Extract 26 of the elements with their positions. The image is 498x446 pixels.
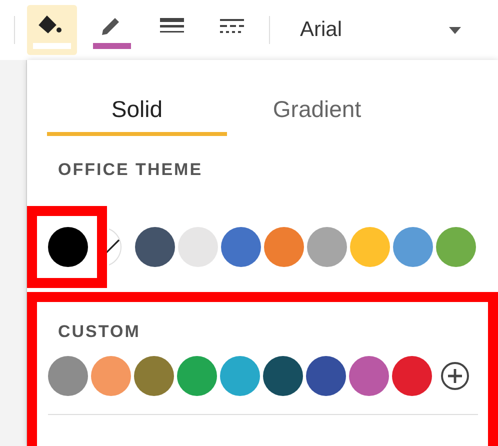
color-swatch[interactable] — [393, 227, 433, 267]
caret-icon — [449, 26, 461, 34]
color-swatch[interactable] — [264, 227, 304, 267]
color-swatch[interactable] — [91, 356, 131, 396]
color-swatch[interactable] — [177, 356, 217, 396]
add-icon[interactable] — [440, 361, 470, 391]
color-swatch[interactable] — [221, 227, 261, 267]
color-swatch[interactable] — [307, 227, 347, 267]
fill-color-button[interactable] — [27, 5, 77, 55]
font-dropdown[interactable]: Arial — [282, 18, 467, 42]
tab[interactable]: Gradient — [227, 86, 407, 136]
color-swatch[interactable] — [306, 356, 346, 396]
tab[interactable]: Solid — [47, 86, 227, 136]
color-swatch[interactable] — [178, 227, 218, 267]
color-swatch[interactable] — [134, 356, 174, 396]
color-swatch[interactable] — [436, 227, 476, 267]
color-swatch[interactable] — [263, 356, 303, 396]
color-swatch[interactable] — [135, 227, 175, 267]
section-heading: OFFICE THEME — [58, 160, 204, 180]
color-swatch[interactable] — [349, 356, 389, 396]
color-swatch[interactable] — [220, 356, 260, 396]
color-swatch[interactable] — [48, 227, 88, 267]
color-swatch[interactable] — [350, 227, 390, 267]
color-swatch[interactable] — [48, 356, 88, 396]
color-swatch[interactable] — [392, 356, 432, 396]
section-heading: CUSTOM — [58, 322, 142, 342]
